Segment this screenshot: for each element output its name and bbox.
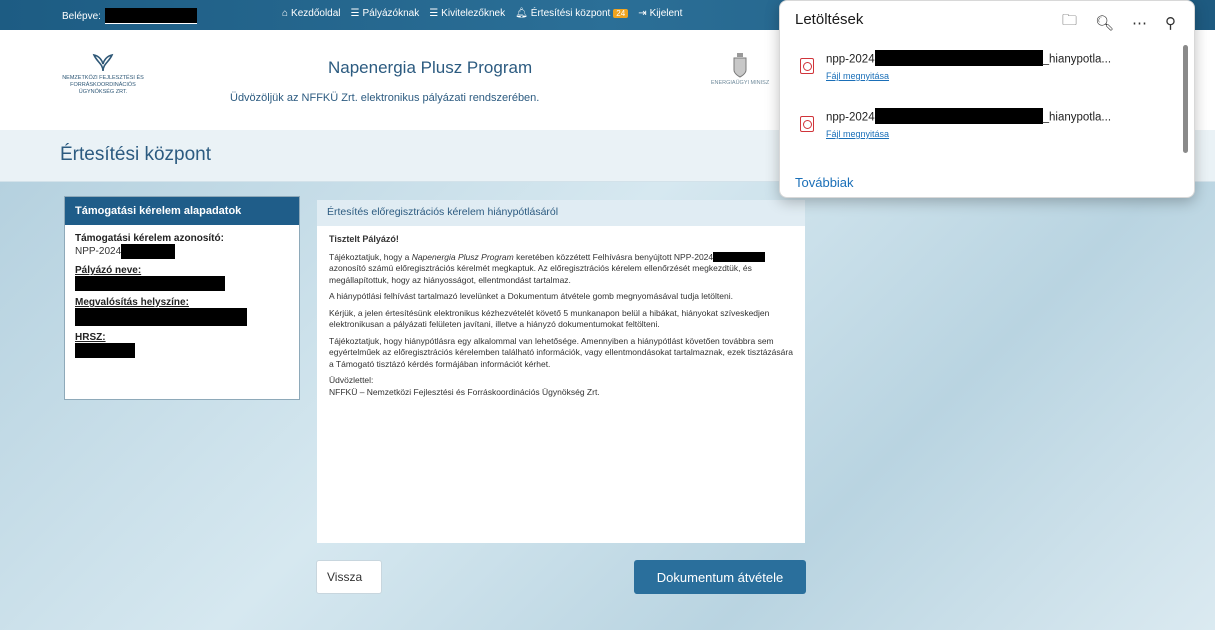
redacted-hrsz [75, 343, 135, 358]
ministry-logo-text: ENERGIAÜGYI MINISZ [710, 80, 770, 86]
nav-home[interactable]: ⌂ Kezdőoldal [282, 8, 341, 19]
open-file-link[interactable]: Fájl megnyitása [826, 71, 889, 81]
download-item[interactable]: npp-2024 _hianypotla... Fájl megnyitása [794, 49, 1174, 89]
applicant-name-label: Pályázó neve: [75, 265, 142, 276]
p1-text-a: Tájékoztatjuk, hogy a [329, 251, 412, 262]
coat-of-arms-icon [733, 53, 747, 78]
back-button[interactable]: Vissza [316, 560, 382, 594]
nav-applicants-label: Pályázóknak [362, 8, 420, 19]
application-info-panel: Támogatási kérelem alapadatok Támogatási… [64, 196, 300, 400]
filename-suffix: _hianypotla... [1042, 111, 1112, 124]
program-title: Napenergia Plusz Program [328, 58, 533, 77]
application-id-value: NPP-2024 [75, 246, 122, 258]
notification-signature: NFFKÜ – Nemzetközi Fejlesztési és Forrás… [329, 386, 600, 397]
notification-panel: Értesítés előregisztrációs kérelem hiány… [317, 200, 805, 543]
redacted-filename [874, 50, 1043, 66]
search-icon[interactable]: 🔍︎ [1095, 14, 1114, 32]
p1-text-b: keretében közzétett Felhívásra benyújtot… [513, 251, 714, 262]
notification-title: Értesítés előregisztrációs kérelem hiány… [317, 200, 805, 226]
redacted-username [104, 8, 197, 24]
download-item[interactable]: npp-2024 _hianypotla... Fájl megnyitása [794, 107, 1174, 147]
notification-paragraph-3: Kérjük, a jelen értesítésünk elektroniku… [329, 307, 770, 330]
page-title: Értesítési központ [60, 144, 212, 165]
document-download-button[interactable]: Dokumentum átvétele [634, 560, 806, 594]
leaf-logo-icon [92, 53, 114, 72]
program-name: Napenergia Plusz Program [411, 251, 514, 262]
application-id-label: Támogatási kérelem azonosító: [75, 233, 224, 244]
location-label: Megvalósítás helyszíne: [75, 297, 189, 308]
notification-count-badge: 24 [613, 9, 629, 18]
pin-icon[interactable]: ⚲ [1165, 14, 1176, 32]
more-downloads-link[interactable]: Továbbiak [795, 175, 854, 190]
agency-logo-text: NEMZETKÖZI FEJLESZTÉSI ÉS FORRÁSKOORDINÁ… [62, 75, 144, 95]
nav-logout-label: Kijelent [649, 8, 683, 19]
login-label: Belépve: [62, 10, 101, 22]
downloads-title: Letöltések [795, 11, 864, 28]
notification-paragraph-1: Tájékoztatjuk, hogy a Napenergia Plusz P… [329, 252, 793, 287]
notification-paragraph-2: A hiánypótlási felhívást tartalmazó leve… [329, 291, 733, 301]
folder-icon[interactable]: 🗀 [1062, 10, 1077, 35]
nav-home-label: Kezdőoldal [291, 8, 341, 19]
download-filename: npp-2024 _hianypotla... [826, 50, 1112, 66]
nav-applicants[interactable]: ☰ Pályázóknak [351, 8, 420, 19]
downloads-scrollbar[interactable] [1183, 45, 1188, 153]
filename-prefix: npp-2024 [826, 111, 875, 124]
agency-logo[interactable]: NEMZETKÖZI FEJLESZTÉSI ÉS FORRÁSKOORDINÁ… [58, 52, 148, 96]
application-info-title: Támogatási kérelem alapadatok [65, 197, 299, 225]
redacted-location [75, 308, 247, 326]
list-icon: ☰ [429, 8, 439, 19]
pdf-file-icon [800, 58, 814, 74]
downloads-flyout: Letöltések 🗀 🔍︎ ⋯ ⚲ npp-2024 _hianypotla.… [779, 0, 1195, 198]
pdf-file-icon [800, 116, 814, 132]
welcome-text: Üdvözöljük az NFFKÜ Zrt. elektronikus pá… [230, 92, 540, 104]
p1-text-c: azonosító számú előregisztrációs kérelmé… [329, 263, 752, 285]
nav-links: ⌂ Kezdőoldal ☰ Pályázóknak ☰ Kivitelezők… [282, 8, 682, 19]
notification-body: Tisztelt Pályázó! Tájékoztatjuk, hogy a … [317, 226, 805, 411]
redacted-inline-id [713, 252, 766, 263]
filename-prefix: npp-2024 [826, 53, 875, 66]
nav-notifications-label: Értesítési központ [530, 8, 611, 19]
filename-suffix: _hianypotla... [1042, 53, 1112, 66]
logout-icon: ⇥ [638, 8, 647, 19]
nav-notifications[interactable]: 🔔︎ Értesítési központ 24 [515, 8, 629, 19]
notification-paragraph-4: Tájékoztatjuk, hogy hiánypótlásra egy al… [329, 335, 793, 369]
download-filename: npp-2024 _hianypotla... [826, 108, 1112, 124]
open-file-link[interactable]: Fájl megnyitása [826, 129, 889, 139]
nav-contractors[interactable]: ☰ Kivitelezőknek [429, 8, 505, 19]
bell-icon: 🔔︎ [515, 8, 528, 19]
redacted-name [75, 276, 225, 291]
notification-greeting: Tisztelt Pályázó! [329, 234, 399, 244]
redacted-id [121, 244, 176, 259]
list-icon: ☰ [350, 8, 360, 19]
home-icon: ⌂ [282, 8, 289, 19]
ministry-logo: ENERGIAÜGYI MINISZ [690, 52, 790, 86]
nav-logout[interactable]: ⇥ Kijelent [638, 8, 682, 19]
hrsz-label: HRSZ: [75, 332, 106, 343]
downloads-toolbar: 🗀 🔍︎ ⋯ ⚲ [1062, 10, 1176, 35]
redacted-filename [874, 108, 1043, 124]
nav-contractors-label: Kivitelezőknek [441, 8, 506, 19]
login-info: Belépve: [62, 8, 197, 24]
more-options-icon[interactable]: ⋯ [1132, 14, 1147, 32]
notification-closing: Üdvözlettel: [329, 375, 374, 385]
